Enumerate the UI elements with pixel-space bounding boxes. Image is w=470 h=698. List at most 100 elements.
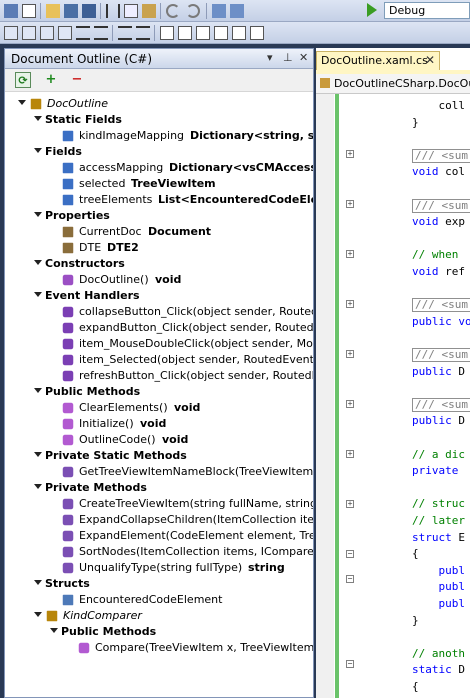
outline-node[interactable]: DocOutline	[5, 96, 311, 112]
paste-icon[interactable]	[142, 4, 156, 18]
expander-triangle-icon[interactable]	[18, 100, 26, 105]
tab-docoutline-xaml-cs[interactable]: DocOutline.xaml.cs ✕	[316, 51, 440, 70]
outline-node[interactable]: expandButton_Click(object sender, Routed…	[5, 320, 313, 336]
expander-triangle-icon[interactable]	[34, 612, 42, 617]
next-bookmark-icon[interactable]	[196, 26, 210, 40]
open-file-icon[interactable]	[46, 4, 60, 18]
quick-info-icon[interactable]	[40, 26, 54, 40]
outline-node[interactable]: Public Methods	[5, 624, 311, 640]
outline-node[interactable]: selected TreeViewItem	[5, 176, 311, 192]
outlining-toggle-icon[interactable]: −	[346, 575, 354, 583]
outline-node[interactable]: KindComparer	[5, 608, 311, 624]
outline-node[interactable]: Private Static Methods	[5, 448, 311, 464]
undo-icon[interactable]	[166, 4, 180, 18]
clear-bookmarks-icon[interactable]	[250, 26, 264, 40]
outlining-toggle-icon[interactable]: +	[346, 250, 354, 258]
window-position-icon[interactable]: ▾	[267, 51, 273, 64]
outline-node[interactable]: item_MouseDoubleClick(object sender, Mou…	[5, 336, 313, 352]
outline-node[interactable]: SortNodes(ItemCollection items, ICompare…	[5, 544, 313, 560]
outline-node[interactable]: Structs	[5, 576, 311, 592]
outline-node[interactable]: ClearElements() void	[5, 400, 311, 416]
expand-all-button[interactable]: +	[43, 72, 59, 88]
copy-icon[interactable]	[124, 4, 138, 18]
new-project-icon[interactable]	[4, 4, 18, 18]
start-debugging-icon[interactable]	[367, 3, 377, 17]
outline-node[interactable]: Fields	[5, 144, 311, 160]
outline-node[interactable]: Properties	[5, 208, 311, 224]
expander-triangle-icon[interactable]	[34, 388, 42, 393]
outline-node[interactable]: refreshButton_Click(object sender, Route…	[5, 368, 313, 384]
display-object-member-list-icon[interactable]	[4, 26, 18, 40]
outline-node[interactable]: DocOutline() void	[5, 272, 311, 288]
outlining-toggle-icon[interactable]: −	[346, 550, 354, 558]
outline-node[interactable]: ExpandCollapseChildren(ItemCollection it…	[5, 512, 313, 528]
expander-triangle-icon[interactable]	[34, 452, 42, 457]
code-area[interactable]: coll}/// <sum void col/// <sum void exp// …	[342, 94, 470, 698]
outline-node[interactable]: accessMapping Dictionary<vsCMAccess, s	[5, 160, 313, 176]
outline-node[interactable]: item_Selected(object sender, RoutedEvent…	[5, 352, 313, 368]
cut-icon[interactable]	[106, 4, 120, 18]
code-editor-window: DocOutline.xaml.cs ✕ DocOutlineCSharp.Do…	[316, 48, 470, 698]
save-icon[interactable]	[64, 4, 78, 18]
outline-node-label: Structs	[45, 577, 90, 590]
expander-triangle-icon[interactable]	[34, 116, 42, 121]
outline-node[interactable]: Compare(TreeViewItem x, TreeViewItem	[5, 640, 313, 656]
refresh-button[interactable]: ⟳	[15, 72, 31, 88]
expander-triangle-icon[interactable]	[34, 148, 42, 153]
expander-triangle-icon[interactable]	[34, 484, 42, 489]
auto-hide-pin-icon[interactable]: ⊥	[283, 51, 293, 64]
indent-icon[interactable]	[76, 26, 90, 40]
outline-node[interactable]: OutlineCode() void	[5, 432, 311, 448]
outlining-toggle-icon[interactable]: +	[346, 350, 354, 358]
solution-configuration-select[interactable]: Debug	[384, 2, 470, 19]
next-bookmark-in-folder-icon[interactable]	[232, 26, 246, 40]
outline-node[interactable]: ExpandElement(CodeElement element, TreeV	[5, 528, 313, 544]
outlining-toggle-icon[interactable]: +	[346, 200, 354, 208]
outline-node[interactable]: Public Methods	[5, 384, 311, 400]
outline-node[interactable]: CurrentDoc Document	[5, 224, 311, 240]
outline-node[interactable]: kindImageMapping Dictionary<string, stri	[5, 128, 313, 144]
expander-triangle-icon[interactable]	[34, 212, 42, 217]
outline-node[interactable]: Event Handlers	[5, 288, 311, 304]
outline-node[interactable]: Initialize() void	[5, 416, 311, 432]
outline-node[interactable]: GetTreeViewItemNameBlock(TreeViewItem it	[5, 464, 313, 480]
collapse-all-button[interactable]: −	[69, 72, 85, 88]
outline-node[interactable]: Constructors	[5, 256, 311, 272]
expander-triangle-icon[interactable]	[50, 628, 58, 633]
toggle-bookmark-icon[interactable]	[160, 26, 174, 40]
outline-node[interactable]: treeElements List<EncounteredCodeElem	[5, 192, 313, 208]
outlining-toggle-icon[interactable]: +	[346, 450, 354, 458]
comment-lines-icon[interactable]	[118, 26, 132, 40]
previous-bookmark-icon[interactable]	[178, 26, 192, 40]
outlining-toggle-icon[interactable]: +	[346, 400, 354, 408]
private-method-icon	[62, 562, 74, 574]
types-navigation-dropdown[interactable]: DocOutlineCSharp.DocOutl	[316, 74, 470, 94]
close-tab-icon[interactable]: ✕	[425, 53, 435, 67]
outline-node[interactable]: UnqualifyType(string fullType) string	[5, 560, 311, 576]
outlining-toggle-icon[interactable]: +	[346, 300, 354, 308]
code-token: }	[412, 115, 419, 129]
outlining-toggle-icon[interactable]: −	[346, 660, 354, 668]
previous-bookmark-in-folder-icon[interactable]	[214, 26, 228, 40]
expander-triangle-icon[interactable]	[34, 260, 42, 265]
outlining-toggle-icon[interactable]: +	[346, 500, 354, 508]
outline-node[interactable]: CreateTreeViewItem(string fullName, stri…	[5, 496, 313, 512]
outlining-toggle-icon[interactable]: +	[346, 150, 354, 158]
redo-icon[interactable]	[186, 4, 200, 18]
outline-node[interactable]: EncounteredCodeElement	[5, 592, 311, 608]
navigate-forward-icon[interactable]	[230, 4, 244, 18]
outline-node[interactable]: Static Fields	[5, 112, 311, 128]
expander-triangle-icon[interactable]	[34, 580, 42, 585]
save-all-icon[interactable]	[82, 4, 96, 18]
add-item-icon[interactable]	[22, 4, 36, 18]
outdent-icon[interactable]	[94, 26, 108, 40]
outline-node[interactable]: Private Methods	[5, 480, 311, 496]
expander-triangle-icon[interactable]	[34, 292, 42, 297]
navigate-back-icon[interactable]	[212, 4, 226, 18]
uncomment-lines-icon[interactable]	[136, 26, 150, 40]
parameter-info-icon[interactable]	[22, 26, 36, 40]
outline-node[interactable]: collapseButton_Click(object sender, Rout…	[5, 304, 313, 320]
complete-word-icon[interactable]	[58, 26, 72, 40]
outline-node[interactable]: DTE DTE2	[5, 240, 311, 256]
close-icon[interactable]: ✕	[299, 51, 308, 64]
